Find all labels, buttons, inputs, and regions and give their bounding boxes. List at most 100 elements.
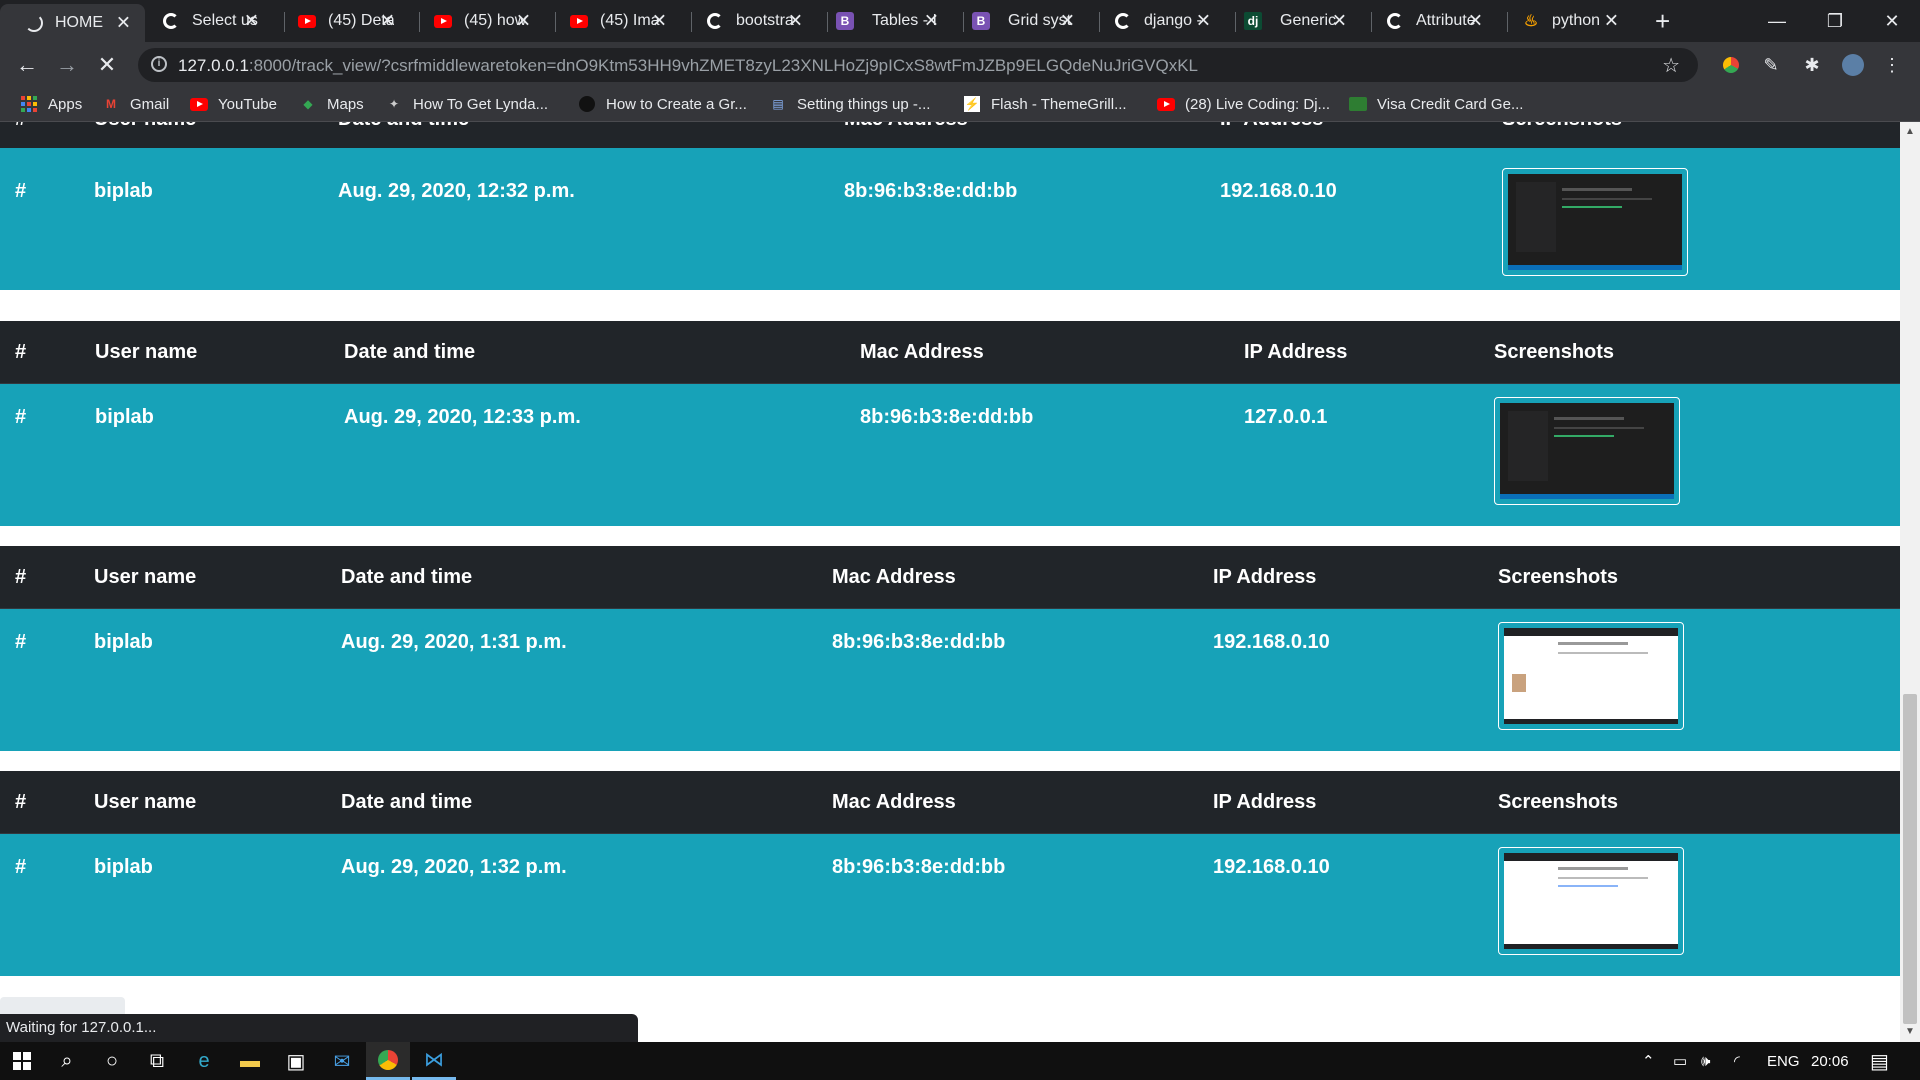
bookmark-lynda[interactable]: ✦ How To Get Lynda...	[385, 95, 548, 113]
volume-icon[interactable]: 🕪	[1701, 1042, 1710, 1080]
header-hash: #	[15, 791, 27, 813]
screenshot-image	[1504, 853, 1678, 949]
screenshot-thumbnail[interactable]	[1502, 168, 1688, 276]
cortana-icon[interactable]: ○	[90, 1042, 134, 1080]
close-tab-icon[interactable]: ✕	[244, 11, 259, 32]
site-icon: ▤	[772, 97, 784, 111]
gmail-icon: M	[106, 97, 116, 111]
profile-avatar[interactable]	[1842, 54, 1864, 76]
language-indicator[interactable]: ENG	[1767, 1042, 1800, 1080]
file-explorer-icon[interactable]: ▬	[228, 1042, 272, 1080]
apps-grid-icon	[20, 95, 38, 113]
site-icon	[578, 95, 596, 113]
pen-extension-icon[interactable]: ✎	[1760, 54, 1782, 76]
google-icon	[1114, 12, 1132, 30]
url-text[interactable]: 127.0.0.1:8000/track_view/?csrfmiddlewar…	[178, 56, 1198, 76]
scroll-up-arrow-icon[interactable]: ▲	[1905, 126, 1915, 137]
tab-home[interactable]: HOME ✕	[0, 4, 145, 42]
table-header: # User name Date and time Mac Address IP…	[0, 321, 1900, 384]
mail-icon[interactable]: ✉	[320, 1042, 364, 1080]
tab-python[interactable]: ♨ python ✕	[1497, 0, 1633, 42]
bookmark-label: Visa Credit Card Ge...	[1377, 95, 1524, 113]
tab-tables[interactable]: B Tables - I ✕	[817, 0, 953, 42]
row-ip-address: 192.168.0.10	[1213, 631, 1330, 653]
task-view-icon[interactable]: ⧉	[135, 1042, 179, 1080]
tab-select-us[interactable]: Select us ✕	[137, 0, 273, 42]
header-user-name: User name	[94, 791, 197, 813]
bookmark-create-graph[interactable]: How to Create a Gr...	[578, 95, 747, 113]
close-tab-icon[interactable]: ✕	[380, 11, 395, 32]
edge-icon[interactable]: e	[182, 1042, 226, 1080]
notifications-icon[interactable]: ▤	[1870, 1042, 1889, 1080]
store-icon[interactable]: ▣	[274, 1042, 318, 1080]
screenshot-image	[1508, 174, 1682, 270]
site-info-icon[interactable]: i	[151, 56, 167, 72]
bookmark-label: Apps	[48, 95, 83, 113]
show-hidden-icons-icon[interactable]: ⌃	[1642, 1042, 1655, 1080]
close-tab-icon[interactable]: ✕	[1604, 11, 1619, 32]
row-date-time: Aug. 29, 2020, 12:33 p.m.	[344, 406, 581, 428]
close-tab-icon[interactable]: ✕	[116, 13, 131, 34]
scroll-down-arrow-icon[interactable]: ▼	[1905, 1026, 1915, 1037]
python-icon: ♨	[1523, 13, 1539, 30]
back-button[interactable]: ←	[12, 50, 42, 80]
vertical-scrollbar[interactable]: ▲ ▼	[1900, 122, 1920, 1042]
bookmark-youtube[interactable]: YouTube	[190, 95, 277, 113]
tab-youtube-3[interactable]: (45) Ima ✕	[545, 0, 681, 42]
clock-time[interactable]: 20:06	[1811, 1042, 1849, 1080]
close-tab-icon[interactable]: ✕	[652, 11, 667, 32]
site-icon	[1349, 95, 1367, 113]
bookmark-star-icon[interactable]: ☆	[1662, 53, 1680, 78]
scrollbar-thumb[interactable]	[1903, 694, 1917, 1024]
tab-django-search[interactable]: django - ✕	[1089, 0, 1225, 42]
close-tab-icon[interactable]: ✕	[924, 11, 939, 32]
row-hash: #	[15, 180, 27, 202]
table-row: # biplab Aug. 29, 2020, 12:33 p.m. 8b:96…	[0, 384, 1900, 526]
wifi-icon[interactable]: ◜	[1734, 1042, 1740, 1080]
close-tab-icon[interactable]: ✕	[1468, 11, 1483, 32]
tab-grid-system[interactable]: B Grid syst ✕	[953, 0, 1089, 42]
bookmark-label: Maps	[327, 95, 364, 113]
bookmark-live-coding[interactable]: (28) Live Coding: Dj...	[1157, 95, 1330, 113]
menu-kebab-icon[interactable]: ⋮	[1881, 54, 1903, 76]
maps-icon: ◆	[303, 97, 313, 111]
header-date-time: Date and time	[344, 341, 476, 363]
bookmark-setting-things-up[interactable]: ▤ Setting things up -...	[769, 95, 930, 113]
lynda-icon: ✦	[388, 97, 400, 111]
tab-attribute[interactable]: Attribute ✕	[1361, 0, 1497, 42]
new-tab-button[interactable]: +	[1655, 6, 1670, 37]
close-window-button[interactable]: ✕	[1857, 0, 1920, 42]
header-mac-address: Mac Address	[860, 341, 984, 363]
close-tab-icon[interactable]: ✕	[1332, 11, 1347, 32]
table-row: # biplab Aug. 29, 2020, 1:31 p.m. 8b:96:…	[0, 609, 1900, 751]
screenshot-thumbnail[interactable]	[1498, 622, 1684, 730]
screenshot-thumbnail[interactable]	[1498, 847, 1684, 955]
bookmark-visa[interactable]: Visa Credit Card Ge...	[1349, 95, 1523, 113]
bookmark-flash-themegrill[interactable]: ⚡ Flash - ThemeGrill...	[963, 95, 1127, 113]
tab-generic[interactable]: dj Generic ✕	[1225, 0, 1361, 42]
bookmark-apps[interactable]: Apps	[20, 95, 82, 113]
close-tab-icon[interactable]: ✕	[1060, 11, 1075, 32]
tab-youtube-2[interactable]: (45) how ✕	[409, 0, 545, 42]
close-tab-icon[interactable]: ✕	[788, 11, 803, 32]
chrome-taskbar-icon[interactable]	[366, 1042, 410, 1080]
close-tab-icon[interactable]: ✕	[516, 11, 531, 32]
forward-button[interactable]: →	[52, 50, 82, 80]
bookmark-maps[interactable]: ◆ Maps	[299, 95, 364, 113]
tab-bootstrap-search[interactable]: bootstra ✕	[681, 0, 817, 42]
screenshot-image	[1500, 403, 1674, 499]
puzzle-extensions-icon[interactable]: ✱	[1801, 54, 1823, 76]
close-tab-icon[interactable]: ✕	[1196, 11, 1211, 32]
search-icon[interactable]: ⌕	[45, 1042, 89, 1080]
address-bar[interactable]: i 127.0.0.1:8000/track_view/?csrfmiddlew…	[138, 48, 1698, 82]
battery-icon[interactable]: ▭	[1673, 1042, 1687, 1080]
vscode-icon[interactable]: ⋈	[412, 1042, 456, 1080]
header-hash: #	[15, 341, 27, 363]
bookmark-label: YouTube	[218, 95, 277, 113]
stop-loading-button[interactable]: ✕	[92, 50, 122, 80]
bookmark-gmail[interactable]: M Gmail	[102, 95, 169, 113]
extension-icon[interactable]	[1720, 54, 1742, 76]
tab-youtube-1[interactable]: (45) Deta ✕	[273, 0, 409, 42]
screenshot-thumbnail[interactable]	[1494, 397, 1680, 505]
start-windows-icon[interactable]	[0, 1042, 44, 1080]
